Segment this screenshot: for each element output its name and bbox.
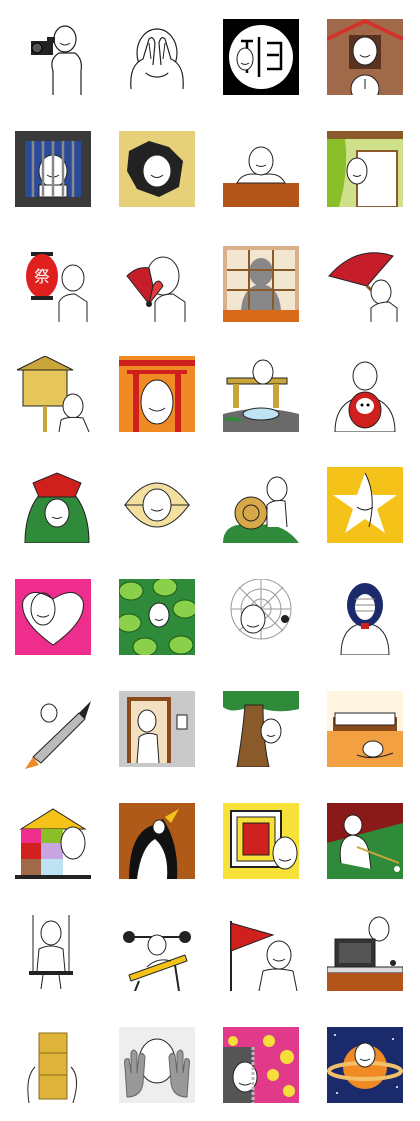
- spider-web-sticker[interactable]: [223, 579, 299, 655]
- paper-lantern-sticker[interactable]: 祭: [19, 246, 95, 322]
- wall-hole-sticker[interactable]: [119, 131, 195, 207]
- swing-sticker[interactable]: [19, 915, 95, 991]
- palms-on-glass-sticker[interactable]: [119, 1027, 195, 1103]
- kendo-mask-sticker[interactable]: [327, 579, 403, 655]
- red-flag-sticker[interactable]: [223, 915, 299, 991]
- star-frame-sticker[interactable]: [327, 467, 403, 543]
- jail-window-sticker[interactable]: [15, 131, 91, 207]
- cuckoo-clock-sticker[interactable]: [327, 19, 403, 95]
- penguin-sticker[interactable]: [119, 803, 195, 879]
- clam-shell-sticker[interactable]: [119, 467, 195, 543]
- red-umbrella-sticker[interactable]: [327, 246, 403, 322]
- folding-fan-sticker[interactable]: [119, 246, 195, 322]
- tree-trunk-sticker[interactable]: [223, 691, 299, 767]
- color-blocks-house-sticker[interactable]: [15, 803, 91, 879]
- billiards-sticker[interactable]: [327, 803, 403, 879]
- zipper-bag-sticker[interactable]: [223, 1027, 299, 1103]
- rocket-ride-sticker[interactable]: [19, 695, 95, 771]
- sticker-grid: 祭: [0, 0, 420, 1121]
- water-basin-sticker[interactable]: [223, 356, 299, 432]
- lion-dance-sticker[interactable]: [19, 467, 95, 543]
- bed-room-sticker[interactable]: [327, 691, 403, 767]
- green-leaves-sticker[interactable]: [119, 579, 195, 655]
- daruma-doll-sticker[interactable]: [327, 356, 403, 432]
- hands-on-face-sticker[interactable]: [119, 19, 195, 95]
- notice-board-sticker[interactable]: [15, 356, 91, 432]
- torii-gate-sticker[interactable]: [119, 356, 195, 432]
- camera-sticker[interactable]: [19, 19, 95, 95]
- shoji-shadow-sticker[interactable]: [223, 246, 299, 322]
- gold-blocks-sticker[interactable]: [15, 1027, 91, 1103]
- bench-press-sticker[interactable]: [119, 915, 195, 991]
- elevator-sticker[interactable]: [119, 691, 195, 767]
- kanji-sign-sticker[interactable]: [223, 19, 299, 95]
- curtain-window-sticker[interactable]: [327, 131, 403, 207]
- lantern-label: 祭: [34, 267, 50, 286]
- nested-frames-sticker[interactable]: [223, 803, 299, 879]
- heart-frame-sticker[interactable]: [15, 579, 91, 655]
- saturn-space-sticker[interactable]: [327, 1027, 403, 1103]
- laptop-desk-sticker[interactable]: [327, 915, 403, 991]
- snail-shell-sticker[interactable]: [223, 467, 299, 543]
- lying-on-table-sticker[interactable]: [223, 131, 299, 207]
